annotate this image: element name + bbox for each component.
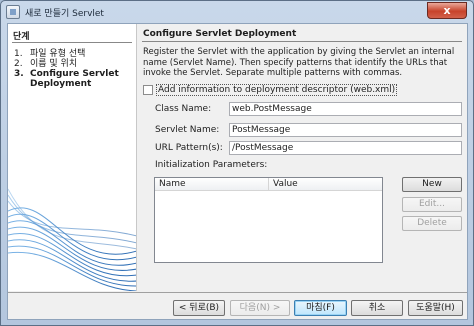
- close-button[interactable]: x: [427, 2, 467, 19]
- step-number: [14, 79, 30, 89]
- step-number: 1.: [14, 49, 23, 59]
- step-label: Configure Servlet: [30, 69, 119, 79]
- step-label: 이름 및 위치: [30, 59, 78, 69]
- steps-title: 단계: [13, 32, 30, 42]
- init-params-table[interactable]: Name Value: [154, 177, 383, 263]
- url-pattern-field[interactable]: /PostMessage: [229, 141, 462, 155]
- column-header-value[interactable]: Value: [269, 178, 382, 190]
- title-divider: [142, 41, 462, 42]
- button-bar-divider: [8, 292, 467, 293]
- step-label: Deployment: [30, 79, 92, 89]
- table-header: Name Value: [155, 178, 382, 191]
- wizard-window: 새로 만들기 Servlet x 단계 1. 파일 유형 선택 2. 이름 및 …: [0, 0, 474, 326]
- deployment-descriptor-option[interactable]: Add information to deployment descriptor…: [143, 84, 398, 96]
- delete-param-button[interactable]: Delete: [402, 216, 462, 231]
- edit-param-button[interactable]: Edit...: [402, 197, 462, 212]
- step-item-3-cont: Deployment: [14, 79, 91, 89]
- step-item-2: 2. 이름 및 위치: [14, 59, 77, 69]
- configuration-panel: Configure Servlet Deployment Register th…: [138, 24, 468, 291]
- deployment-descriptor-checkbox[interactable]: [143, 85, 153, 95]
- step-number: 3.: [14, 69, 24, 79]
- class-name-label: Class Name:: [155, 104, 212, 114]
- panel-description: Register the Servlet with the applicatio…: [143, 47, 455, 78]
- title-bar: 새로 만들기 Servlet x: [1, 1, 473, 23]
- step-label: 파일 유형 선택: [30, 49, 86, 59]
- window-app-icon: [6, 5, 20, 19]
- class-name-field[interactable]: web.PostMessage: [229, 102, 462, 116]
- wizard-client-area: 단계 1. 파일 유형 선택 2. 이름 및 위치 3. Configure S…: [7, 23, 468, 320]
- cancel-button[interactable]: 취소: [351, 300, 403, 316]
- steps-panel: 단계 1. 파일 유형 선택 2. 이름 및 위치 3. Configure S…: [8, 24, 137, 291]
- page-title: Configure Servlet Deployment: [143, 29, 297, 39]
- finish-button[interactable]: 마침(F): [294, 300, 347, 316]
- servlet-name-label: Servlet Name:: [155, 125, 220, 135]
- column-header-name[interactable]: Name: [155, 178, 269, 190]
- back-button[interactable]: < 뒤로(B): [173, 300, 225, 316]
- deployment-descriptor-label[interactable]: Add information to deployment descriptor…: [156, 84, 398, 96]
- window-title: 새로 만들기 Servlet: [25, 9, 104, 19]
- servlet-name-field[interactable]: PostMessage: [229, 123, 462, 137]
- step-number: 2.: [14, 59, 23, 69]
- close-icon: x: [443, 4, 451, 17]
- step-item-3: 3. Configure Servlet: [14, 69, 119, 79]
- next-button[interactable]: 다음(N) >: [230, 300, 290, 316]
- init-params-label: Initialization Parameters:: [155, 160, 268, 170]
- step-item-1: 1. 파일 유형 선택: [14, 49, 85, 59]
- decorative-swoosh-graphic: [8, 188, 136, 291]
- new-param-button[interactable]: New: [402, 177, 462, 192]
- help-button[interactable]: 도움말(H): [408, 300, 463, 316]
- steps-divider: [12, 42, 132, 43]
- url-pattern-label: URL Pattern(s):: [155, 143, 223, 153]
